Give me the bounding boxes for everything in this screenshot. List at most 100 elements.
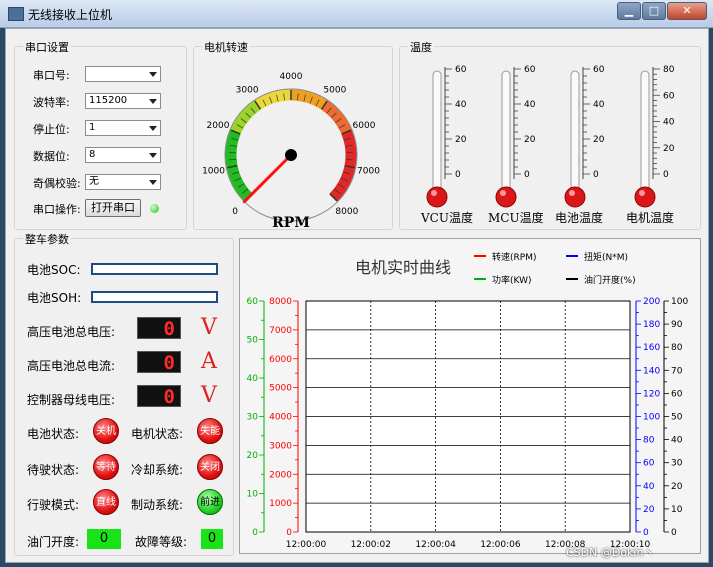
thermometer: 60 40 20 0 (495, 65, 536, 208)
motor-realtime-chart: 电机实时曲线 转速(RPM) 扭矩(N*M) 功率(KW) 油门开度(%) 12:00:0… (247, 251, 689, 550)
port-label: 串口号: (33, 69, 70, 82)
y-tick-label: 120 (643, 389, 660, 399)
baud-combo[interactable]: 115200 (85, 93, 161, 109)
serial-group-title: 串口设置 (23, 39, 71, 55)
hv-current-value: 0 (163, 352, 175, 374)
drive-mode-indicator: 直线 (93, 489, 119, 515)
thermometer: 60 40 20 0 (426, 65, 467, 208)
bus-voltage-display: 0 (137, 385, 181, 408)
y-tick-label: 10 (671, 505, 683, 515)
thermometer-tick-label: 60 (593, 65, 605, 75)
y-tick-label: 40 (671, 436, 683, 446)
thermometer-bulb-shine (639, 190, 645, 196)
thermometer-tick-label: 20 (455, 135, 467, 145)
gauge-unit-label: RPM (272, 215, 310, 231)
title-bar: 无线接收上位机 ▁ □ ✕ (0, 0, 713, 28)
motor-state-label: 电机状态: (131, 427, 184, 441)
x-tick-label: 12:00:00 (286, 540, 327, 550)
window-title: 无线接收上位机 (28, 8, 113, 22)
baud-label: 波特率: (33, 96, 70, 109)
motor-state-indicator: 失能 (197, 418, 223, 444)
throttle-label: 油门开度: (27, 535, 80, 549)
port-combo[interactable] (85, 66, 161, 82)
chevron-down-icon (149, 72, 157, 77)
y-tick-label: 0 (643, 528, 649, 538)
y-tick-label: 60 (247, 297, 259, 307)
y-tick-label: 50 (671, 413, 683, 423)
soh-label: 电池SOH: (27, 291, 82, 305)
cooling-indicator: 关闭 (197, 454, 223, 480)
data-bits-combo[interactable]: 8 (85, 147, 161, 163)
thermometer-label: MCU温度 (488, 211, 544, 225)
x-tick-label: 12:00:06 (480, 540, 521, 550)
thermometer-tube (501, 70, 511, 194)
soc-label: 电池SOC: (27, 263, 81, 277)
motor-speed-group: 电机转速 0 1000 2000 3000 4000 5000 6000 7000 8000 R… (193, 39, 393, 231)
close-button[interactable]: ✕ (667, 2, 707, 20)
hv-voltage-value: 0 (163, 318, 175, 340)
stop-bits-combo[interactable]: 1 (85, 120, 161, 136)
soh-bar (91, 291, 218, 303)
minimize-button[interactable]: ▁ (617, 2, 641, 20)
gauge-tick-label: 2000 (207, 121, 230, 131)
thermometer-tick-label: 80 (663, 65, 675, 75)
cooling-label: 冷却系统: (131, 463, 184, 477)
thermometer-bulb (564, 186, 586, 208)
soc-bar (91, 263, 218, 275)
baud-value: 115200 (89, 95, 128, 106)
thermometer-area: 60 40 20 0 60 40 20 0 60 40 20 0 80 60 40 20 0 (426, 65, 675, 208)
x-tick-label: 12:00:02 (351, 540, 391, 550)
y-tick-label: 2000 (269, 470, 292, 480)
thermometer-tick-label: 20 (663, 144, 675, 154)
thermometer-tube (570, 70, 580, 194)
y-tick-label: 30 (247, 413, 259, 423)
y-tick-label: 1000 (269, 499, 292, 509)
y-tick-label: 4000 (269, 413, 292, 423)
y-tick-label: 80 (643, 436, 655, 446)
thermometer-tube (640, 70, 650, 194)
thermometer-tick-label: 60 (455, 65, 467, 75)
open-serial-button[interactable]: 打开串口 (85, 199, 141, 217)
thermometer-tube (432, 70, 442, 194)
gauge-tick-label: 6000 (353, 121, 376, 131)
maximize-button[interactable]: □ (642, 2, 666, 20)
parity-combo[interactable]: 无 (85, 174, 161, 190)
y-tick-label: 140 (643, 366, 660, 376)
y-tick-label: 20 (671, 482, 683, 492)
gauge-tick-label: 4000 (280, 72, 303, 82)
legend-label: 油门开度(%) (584, 274, 636, 286)
y-tick-label: 70 (671, 366, 683, 376)
fault-label: 故障等级: (135, 535, 188, 549)
y-tick-label: 0 (286, 528, 292, 538)
app-icon (8, 7, 24, 21)
data-bits-label: 数据位: (33, 150, 70, 163)
y-tick-label: 200 (643, 297, 660, 307)
y-tick-label: 20 (247, 451, 259, 461)
serial-settings-group: 串口设置 串口号: 波特率: 115200 停止位: 1 数据位: 8 奇偶校验… (14, 39, 187, 230)
drive-mode-label: 行驶模式: (27, 498, 80, 512)
speed-gauge: 0 1000 2000 3000 4000 5000 6000 7000 8000 RPM (202, 72, 380, 231)
thermometer-bulb-shine (569, 190, 575, 196)
stop-bits-value: 1 (89, 122, 96, 133)
thermometer-bulb (495, 186, 517, 208)
throttle-value: 0 (87, 529, 121, 549)
bus-voltage-unit: V (201, 383, 217, 408)
motor-chart-panel: 电机实时曲线 转速(RPM) 扭矩(N*M) 功率(KW) 油门开度(%) 12:00:0… (239, 238, 701, 554)
y-tick-label: 40 (247, 374, 259, 384)
legend-label: 功率(KW) (492, 274, 532, 286)
y-tick-label: 100 (671, 297, 688, 307)
thermometer-bulb (426, 186, 448, 208)
gauge-tick-label: 7000 (357, 166, 380, 176)
watermark: CSDN @Dokin丶 (566, 546, 655, 559)
thermometer: 60 40 20 0 (564, 65, 605, 208)
parity-value: 无 (89, 176, 99, 187)
y-tick-label: 40 (643, 482, 655, 492)
legend-label: 扭矩(N*M) (584, 251, 628, 263)
gauge-tick-label: 5000 (323, 85, 346, 95)
gauge-needle (242, 153, 293, 204)
y-tick-label: 5000 (269, 384, 292, 394)
parity-label: 奇偶校验: (33, 177, 81, 190)
thermometer-tick-label: 0 (524, 170, 530, 180)
y-tick-label: 60 (643, 459, 655, 469)
y-tick-label: 0 (671, 528, 677, 538)
